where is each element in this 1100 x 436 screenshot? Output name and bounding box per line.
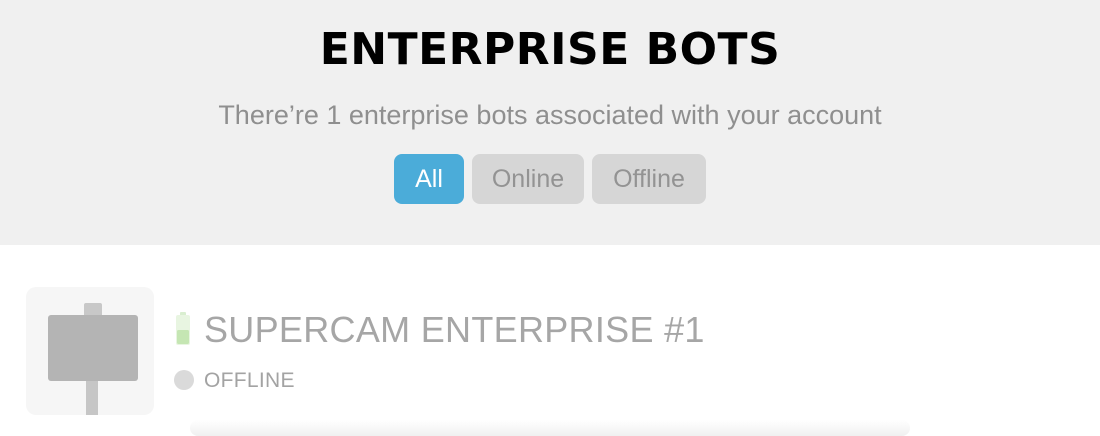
status-filter-group: All Online Offline <box>0 154 1100 204</box>
bot-card[interactable]: SUPERCAM ENTERPRISE #1 OFFLINE <box>0 245 1100 436</box>
status-dot-icon <box>174 370 194 390</box>
bot-status-label: OFFLINE <box>204 369 295 392</box>
device-stick <box>86 381 98 415</box>
supercam-device-icon <box>26 287 154 415</box>
device-screen <box>48 315 138 381</box>
card-divider-shadow <box>190 420 910 436</box>
filter-all-button[interactable]: All <box>394 154 464 204</box>
filter-online-button[interactable]: Online <box>472 154 584 204</box>
bot-name[interactable]: SUPERCAM ENTERPRISE #1 <box>204 309 705 351</box>
page-header: ENTERPRISE BOTS There’re 1 enterprise bo… <box>0 0 1100 245</box>
filter-offline-button[interactable]: Offline <box>592 154 706 204</box>
battery-icon <box>176 312 190 345</box>
page-title: ENTERPRISE BOTS <box>319 24 781 75</box>
bots-count-subtitle: There’re 1 enterprise bots associated wi… <box>218 100 882 130</box>
